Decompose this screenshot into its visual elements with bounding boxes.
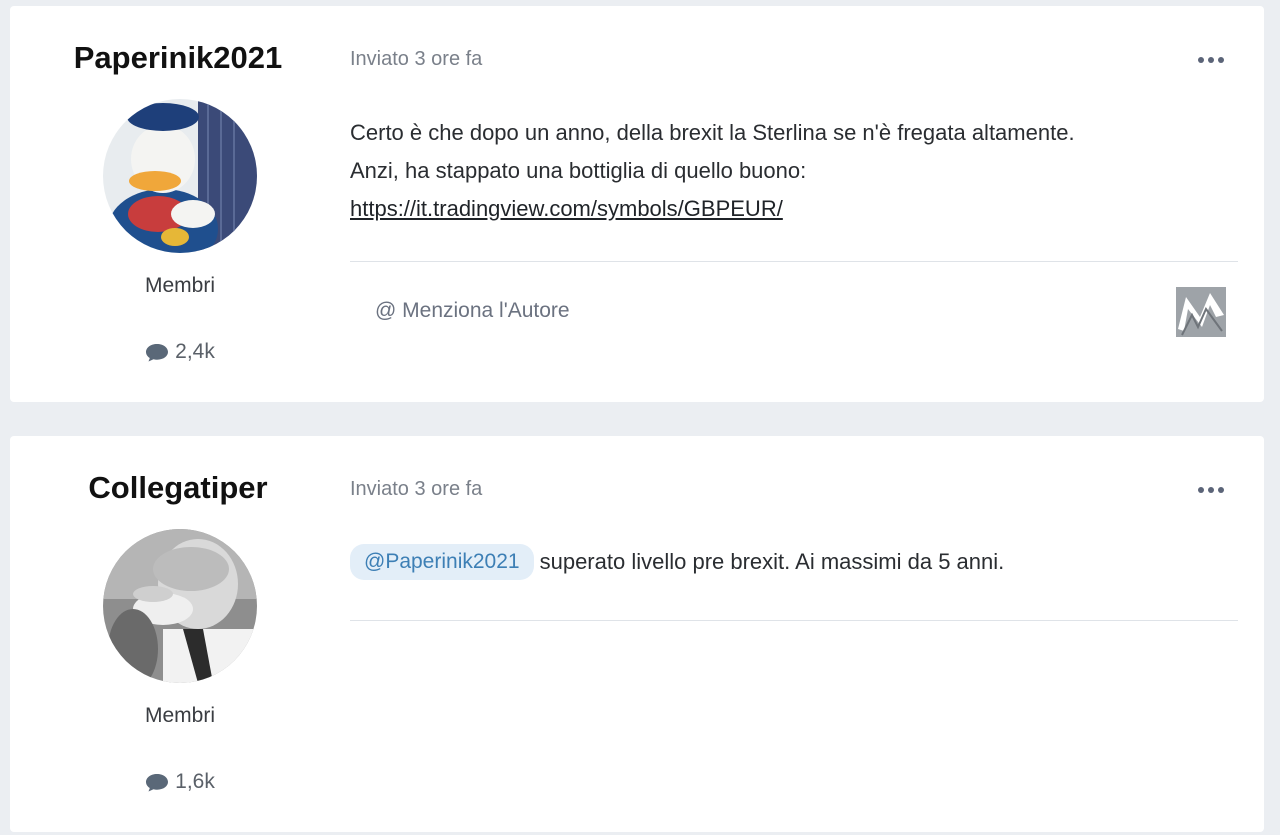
post-count-value: 1,6k bbox=[175, 770, 215, 793]
author-role: Membri bbox=[144, 274, 215, 297]
post-text-line: Certo è che dopo un anno, della brexit l… bbox=[350, 120, 1075, 145]
divider bbox=[350, 261, 1238, 262]
author-panel: Collegatiper Membri 1,6k bbox=[10, 436, 350, 832]
author-name[interactable]: Collegatiper bbox=[10, 470, 346, 506]
avatar[interactable] bbox=[103, 99, 257, 253]
post-count-value: 2,4k bbox=[175, 340, 215, 363]
comment-icon bbox=[146, 774, 169, 792]
post-count[interactable]: 2,4k bbox=[10, 340, 350, 364]
post-card: Paperinik2021 Membri 2,4k Inviato 3 ore … bbox=[10, 6, 1264, 402]
post-card: Collegatiper Membri 1,6k Inviato 3 ore f… bbox=[10, 436, 1264, 832]
post-content: Certo è che dopo un anno, della brexit l… bbox=[350, 114, 1230, 228]
author-panel: Paperinik2021 Membri 2,4k bbox=[10, 6, 350, 402]
post-count[interactable]: 1,6k bbox=[10, 770, 350, 794]
post-date[interactable]: Inviato 3 ore fa bbox=[350, 48, 482, 71]
post-text: superato livello pre brexit. Ai massimi … bbox=[539, 549, 1005, 574]
post-date[interactable]: Inviato 3 ore fa bbox=[350, 478, 482, 501]
more-icon[interactable] bbox=[1198, 54, 1228, 66]
avatar[interactable] bbox=[103, 529, 257, 683]
more-icon[interactable] bbox=[1198, 484, 1228, 496]
post-text-line: Anzi, ha stappato una bottiglia di quell… bbox=[350, 158, 807, 183]
comment-icon bbox=[146, 344, 169, 362]
post-content: @Paperinik2021 superato livello pre brex… bbox=[350, 544, 1230, 580]
mention-tag[interactable]: @Paperinik2021 bbox=[350, 544, 534, 580]
brand-logo bbox=[1176, 287, 1226, 337]
author-role: Membri bbox=[144, 704, 215, 727]
author-name[interactable]: Paperinik2021 bbox=[10, 40, 346, 76]
mention-author-button[interactable]: @ Menziona l'Autore bbox=[375, 299, 570, 323]
divider bbox=[350, 620, 1238, 621]
post-link[interactable]: https://it.tradingview.com/symbols/GBPEU… bbox=[350, 196, 783, 221]
